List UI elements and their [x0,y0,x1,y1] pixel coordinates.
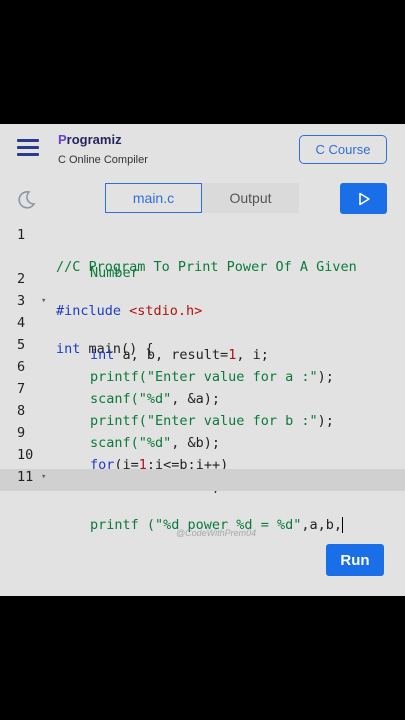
tab-main-c[interactable]: main.c [105,183,202,213]
watermark: @CodeWithPrem04 [176,528,257,538]
app-header: Programiz C Online Compiler C Course [0,124,405,176]
line-number: 10 [17,447,34,463]
line-number: 11 [17,469,34,485]
code-line-active[interactable]: 11 ▾ printf ("%d power %d = %d",a,b, [0,469,405,533]
tab-output[interactable]: Output [202,183,299,213]
line-number: 6 [17,359,26,375]
c-course-button[interactable]: C Course [299,135,387,164]
run-button[interactable]: Run [326,544,384,576]
compiler-screen: Programiz C Online Compiler C Course mai… [0,124,405,596]
code-token: printf ( [90,517,156,533]
line-number: 2 [17,271,26,287]
text-cursor [341,517,343,533]
line-number: 9 [17,425,26,441]
fold-arrow-icon[interactable]: ▾ [41,296,46,306]
programiz-logo[interactable]: Programiz [58,132,122,147]
line-number: 7 [17,381,26,397]
line-number: 5 [17,337,26,353]
compiler-subtitle: C Online Compiler [58,154,148,166]
dark-mode-toggle-icon[interactable] [15,189,37,211]
play-icon [358,192,370,205]
fold-arrow-icon[interactable]: ▾ [41,472,46,482]
line-number: 8 [17,403,26,419]
editor-toolbar: main.c Output [0,176,405,222]
line-number: 1 [17,227,26,243]
line-number: 4 [17,315,26,331]
code-token: ,a,b, [301,517,342,533]
run-play-button[interactable] [340,183,387,214]
line-number: 3 [17,293,26,309]
menu-icon[interactable] [17,139,39,157]
code-editor[interactable]: 1 //C Program To Print Power Of A Given … [0,222,405,533]
